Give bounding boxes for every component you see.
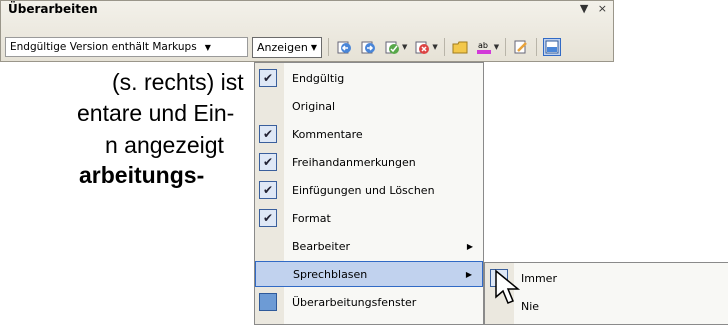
highlight-icon[interactable]: ab (475, 38, 493, 56)
previous-change-icon[interactable] (335, 38, 353, 56)
menu-item-label: Freihandanmerkungen (292, 155, 416, 169)
submenu-item-label: Immer (521, 271, 557, 285)
menu-item-label: Sprechblasen (293, 267, 368, 281)
menu-item-sprechblasen[interactable]: Sprechblasen ▶ (255, 261, 483, 287)
toolbar-title: Überarbeiten (8, 2, 98, 16)
toolbar-separator (443, 38, 445, 56)
menu-item-einfuegungen-loeschen[interactable]: ✔ Einfügungen und Löschen (255, 177, 483, 203)
chevron-down-icon[interactable]: ▼ (494, 43, 499, 51)
check-icon: ✔ (259, 153, 277, 171)
new-comment-icon[interactable] (451, 38, 469, 56)
menu-item-label: Original (292, 99, 336, 113)
anzeigen-button[interactable]: Anzeigen ▼ (252, 36, 322, 58)
menu-item-label: Endgültig (292, 71, 345, 85)
toolbar-separator (505, 38, 507, 56)
reject-change-icon[interactable] (413, 38, 431, 56)
doc-line-2: entare und Ein- (77, 100, 235, 126)
menu-item-label: Bearbeiter (292, 239, 350, 253)
menu-item-bearbeiter[interactable]: Bearbeiter ▶ (255, 233, 483, 259)
doc-line-3: n angezeigt (105, 132, 224, 158)
check-icon: ✔ (259, 125, 277, 143)
chevron-down-icon[interactable]: ▼ (432, 43, 437, 51)
toolbar-separator (536, 38, 538, 56)
toolbar-separator (327, 38, 329, 56)
check-icon: ✔ (259, 181, 277, 199)
mouse-pointer-icon (495, 269, 521, 304)
track-changes-icon[interactable] (512, 38, 530, 56)
markup-view-select[interactable]: Endgültige Version enthält Markups ▼ (5, 37, 248, 57)
chevron-down-icon[interactable]: ▼ (402, 43, 407, 51)
doc-line-4: arbeitungs- (79, 162, 205, 188)
reviewing-pane-icon[interactable] (543, 38, 562, 56)
menu-item-endgueltig[interactable]: ✔ Endgültig (255, 65, 483, 91)
doc-line-1: (s. rechts) ist (112, 69, 244, 95)
accept-change-icon[interactable] (383, 38, 401, 56)
toolbar-controls: ▼ × (574, 2, 607, 15)
anzeigen-menu: ✔ Endgültig Original ✔ Kommentare ✔ Frei… (254, 62, 484, 325)
markup-view-value: Endgültige Version enthält Markups (10, 41, 197, 53)
check-icon: ✔ (259, 69, 277, 87)
menu-item-original[interactable]: Original (255, 93, 483, 119)
anzeigen-label: Anzeigen (257, 40, 308, 54)
check-icon: ✔ (259, 209, 277, 227)
chevron-down-icon: ▼ (204, 42, 211, 52)
toolbar-row: Endgültige Version enthält Markups ▼ Anz… (5, 35, 562, 59)
menu-item-label: Format (292, 211, 331, 225)
next-change-icon[interactable] (359, 38, 377, 56)
menu-item-format[interactable]: ✔ Format (255, 205, 483, 231)
chevron-down-icon: ▼ (310, 42, 317, 52)
menu-item-label: Kommentare (292, 127, 363, 141)
menu-item-label: Einfügungen und Löschen (292, 183, 435, 197)
menu-item-label: Überarbeitungsfenster (292, 295, 417, 309)
reviewing-pane-icon (259, 293, 277, 311)
toolbar-options-button[interactable]: ▼ (580, 2, 588, 15)
svg-text:ab: ab (478, 41, 488, 50)
menu-item-freihandanmerkungen[interactable]: ✔ Freihandanmerkungen (255, 149, 483, 175)
menu-item-ueberarbeitungsfenster[interactable]: Überarbeitungsfenster (255, 289, 483, 315)
submenu-arrow-icon: ▶ (466, 241, 473, 251)
submenu-arrow-icon: ▶ (465, 269, 472, 279)
toolbar-close-button[interactable]: × (598, 2, 607, 15)
menu-item-kommentare[interactable]: ✔ Kommentare (255, 121, 483, 147)
revision-toolbar: Überarbeiten ▼ × Endgültige Version enth… (0, 0, 614, 62)
